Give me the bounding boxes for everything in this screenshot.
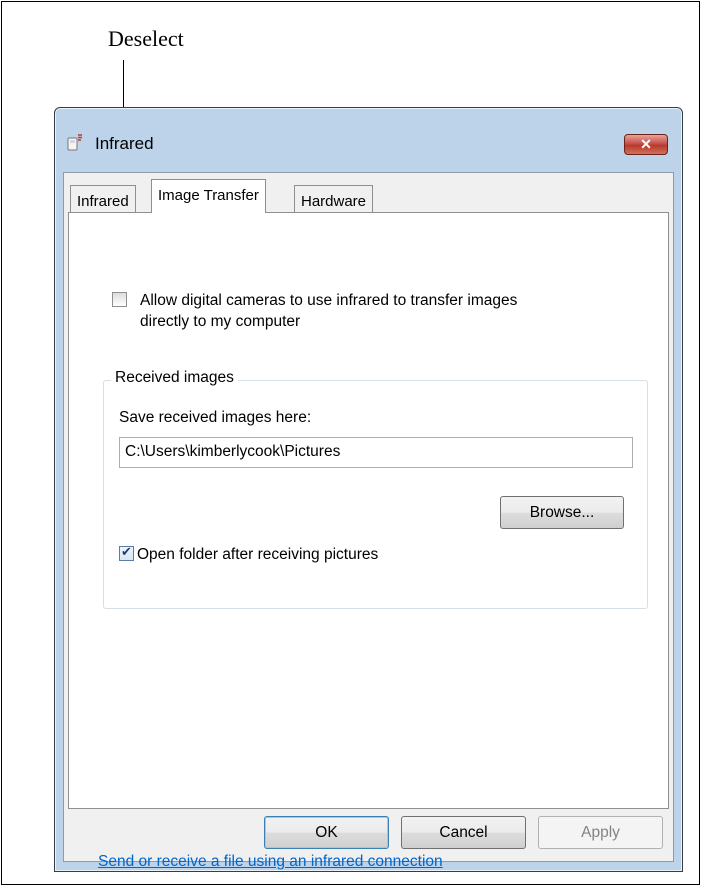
save-location-label: Save received images here: bbox=[119, 409, 312, 426]
close-button[interactable]: ✕ bbox=[624, 134, 668, 155]
allow-cameras-checkbox[interactable] bbox=[112, 292, 127, 307]
save-path-input[interactable]: C:\Users\kimberlycook\Pictures bbox=[119, 437, 633, 468]
image-transfer-pane: Allow digital cameras to use infrared to… bbox=[68, 212, 669, 870]
close-icon: ✕ bbox=[640, 136, 652, 152]
apply-button[interactable]: Apply bbox=[538, 816, 663, 849]
send-receive-file-link[interactable]: Send or receive a file using an infrared… bbox=[98, 853, 443, 871]
open-folder-checkbox[interactable] bbox=[119, 544, 134, 561]
title-bar[interactable]: Infrared ✕ bbox=[55, 108, 682, 172]
open-folder-label[interactable]: Open folder after receiving pictures bbox=[137, 544, 378, 565]
dialog-client: Infrared Image Transfer Hardware Allow d… bbox=[63, 172, 674, 870]
callout-label: Deselect bbox=[108, 26, 184, 51]
ok-button[interactable]: OK bbox=[264, 816, 389, 849]
allow-cameras-label-line2[interactable]: directly to my computer bbox=[140, 311, 300, 332]
tab-image-transfer[interactable]: Image Transfer bbox=[151, 179, 266, 213]
infrared-dialog: Infrared ✕ Infrared Image Transfer Hardw… bbox=[54, 107, 683, 872]
cancel-button[interactable]: Cancel bbox=[401, 816, 526, 849]
received-images-legend: Received images bbox=[111, 369, 238, 387]
window-title: Infrared bbox=[95, 134, 154, 153]
tab-hardware[interactable]: Hardware bbox=[294, 185, 374, 212]
tab-infrared[interactable]: Infrared bbox=[70, 185, 136, 212]
infrared-app-icon bbox=[67, 134, 82, 151]
allow-cameras-label-line1[interactable]: Allow digital cameras to use infrared to… bbox=[140, 290, 517, 311]
browse-button[interactable]: Browse... bbox=[500, 496, 624, 529]
